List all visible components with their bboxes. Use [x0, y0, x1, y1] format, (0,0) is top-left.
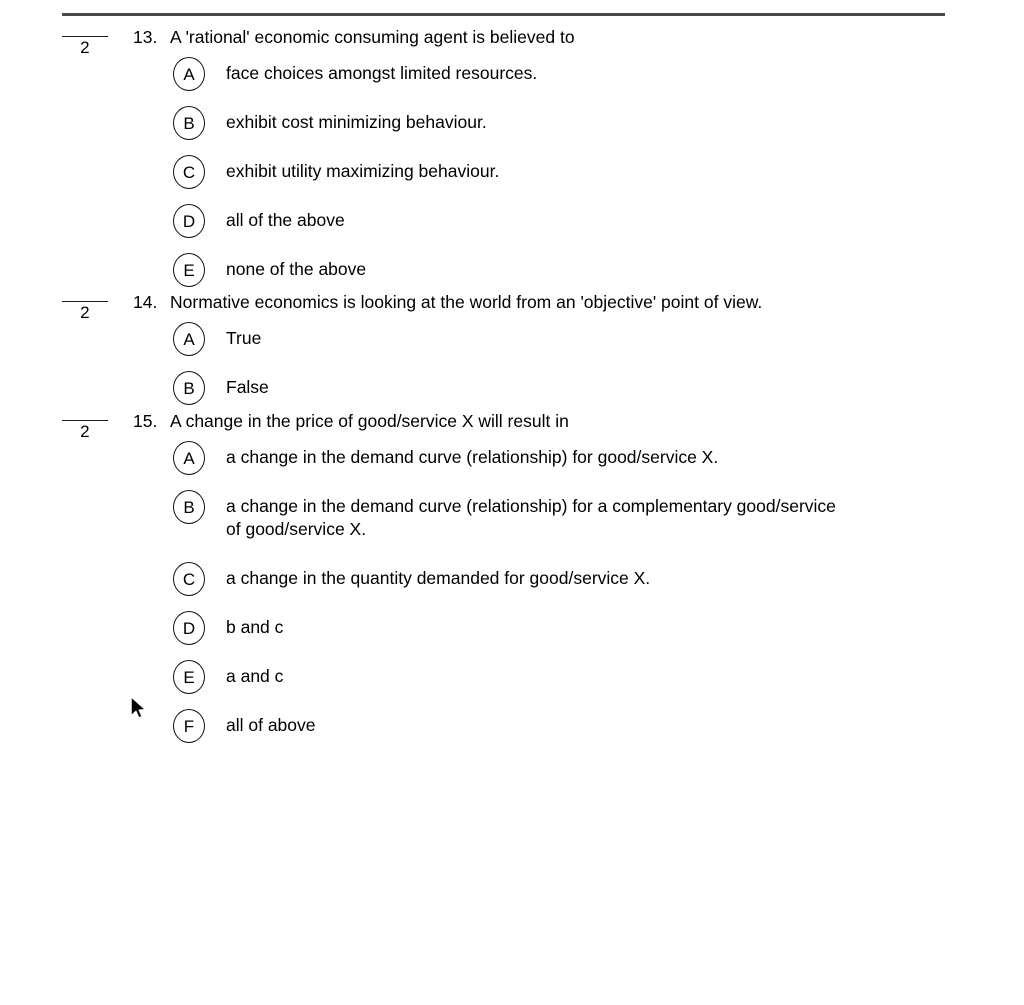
- option-text-line: none of the above: [226, 259, 367, 279]
- option-letter-circle[interactable]: C: [173, 155, 205, 189]
- option-text: a change in the quantity demanded for go…: [226, 562, 973, 590]
- answer-blank-line: [62, 36, 108, 37]
- option-row[interactable]: Ea and c: [173, 660, 973, 694]
- option-row[interactable]: Fall of above: [173, 709, 973, 743]
- option-text-line: True: [226, 328, 262, 348]
- page-top-rule: [62, 13, 945, 16]
- option-text-line: a change in the demand curve (relationsh…: [226, 496, 836, 516]
- option-row[interactable]: Enone of the above: [173, 253, 973, 287]
- option-text-line: of good/service X.: [226, 519, 367, 539]
- option-letter-circle[interactable]: B: [173, 371, 205, 405]
- option-text: exhibit utility maximizing behaviour.: [226, 155, 973, 183]
- question-stem: 14. Normative economics is looking at the…: [133, 291, 963, 313]
- option-letter-circle[interactable]: E: [173, 660, 205, 694]
- option-row[interactable]: Ca change in the quantity demanded for g…: [173, 562, 973, 596]
- question-stem: 13. A 'rational' economic consuming agent…: [133, 26, 963, 48]
- score-blank[interactable]: 2: [62, 36, 108, 58]
- option-letter-circle[interactable]: E: [173, 253, 205, 287]
- option-text: a change in the demand curve (relationsh…: [226, 490, 973, 541]
- option-text-line: a change in the demand curve (relationsh…: [226, 447, 719, 467]
- option-text: b and c: [226, 611, 973, 639]
- option-row[interactable]: Ba change in the demand curve (relations…: [173, 490, 973, 541]
- question-number: 13.: [133, 27, 158, 47]
- option-text-line: False: [226, 377, 269, 397]
- question-text: Normative economics is looking at the wo…: [170, 292, 763, 312]
- option-text-line: all of above: [226, 715, 316, 735]
- answer-blank-line: [62, 420, 108, 421]
- option-row[interactable]: Db and c: [173, 611, 973, 645]
- option-row[interactable]: A True: [173, 322, 973, 356]
- option-text: none of the above: [226, 253, 973, 281]
- option-text: False: [226, 371, 973, 399]
- option-row[interactable]: Aa change in the demand curve (relations…: [173, 441, 973, 475]
- option-text-line: a and c: [226, 666, 284, 686]
- answer-blank-line: [62, 301, 108, 302]
- option-row[interactable]: B False: [173, 371, 973, 405]
- option-text: exhibit cost minimizing behaviour.: [226, 106, 973, 134]
- score-blank[interactable]: 2: [62, 301, 108, 323]
- question-text: A change in the price of good/service X …: [170, 411, 569, 431]
- option-letter-circle[interactable]: A: [173, 441, 205, 475]
- question-stem: 15. A change in the price of good/service…: [133, 410, 963, 432]
- option-text: face choices amongst limited resources.: [226, 57, 973, 85]
- option-text-line: a change in the quantity demanded for go…: [226, 568, 651, 588]
- option-letter-circle[interactable]: F: [173, 709, 205, 743]
- option-letter-circle[interactable]: C: [173, 562, 205, 596]
- option-letter-circle[interactable]: A: [173, 322, 205, 356]
- score-blank[interactable]: 2: [62, 420, 108, 442]
- option-text-line: all of the above: [226, 210, 345, 230]
- option-row[interactable]: Cexhibit utility maximizing behaviour.: [173, 155, 973, 189]
- option-text: a and c: [226, 660, 973, 688]
- option-letter-circle[interactable]: B: [173, 106, 205, 140]
- points-possible: 2: [80, 303, 90, 322]
- arrow-pointer-icon: [130, 696, 148, 722]
- option-text-line: exhibit cost minimizing behaviour.: [226, 112, 487, 132]
- option-row[interactable]: Dall of the above: [173, 204, 973, 238]
- option-letter-circle[interactable]: D: [173, 204, 205, 238]
- option-text-line: b and c: [226, 617, 284, 637]
- option-text: all of the above: [226, 204, 973, 232]
- points-possible: 2: [80, 38, 90, 57]
- option-text-line: face choices amongst limited resources.: [226, 63, 538, 83]
- question-text: A 'rational' economic consuming agent is…: [170, 27, 575, 47]
- option-letter-circle[interactable]: A: [173, 57, 205, 91]
- option-text-line: exhibit utility maximizing behaviour.: [226, 161, 500, 181]
- points-possible: 2: [80, 422, 90, 441]
- option-row[interactable]: Aface choices amongst limited resources.: [173, 57, 973, 91]
- question-number: 14.: [133, 292, 158, 312]
- option-text: a change in the demand curve (relationsh…: [226, 441, 973, 469]
- option-row[interactable]: Bexhibit cost minimizing behaviour.: [173, 106, 973, 140]
- option-text: True: [226, 322, 973, 350]
- question-number: 15.: [133, 411, 158, 431]
- option-letter-circle[interactable]: D: [173, 611, 205, 645]
- option-letter-circle[interactable]: B: [173, 490, 205, 524]
- option-text: all of above: [226, 709, 973, 737]
